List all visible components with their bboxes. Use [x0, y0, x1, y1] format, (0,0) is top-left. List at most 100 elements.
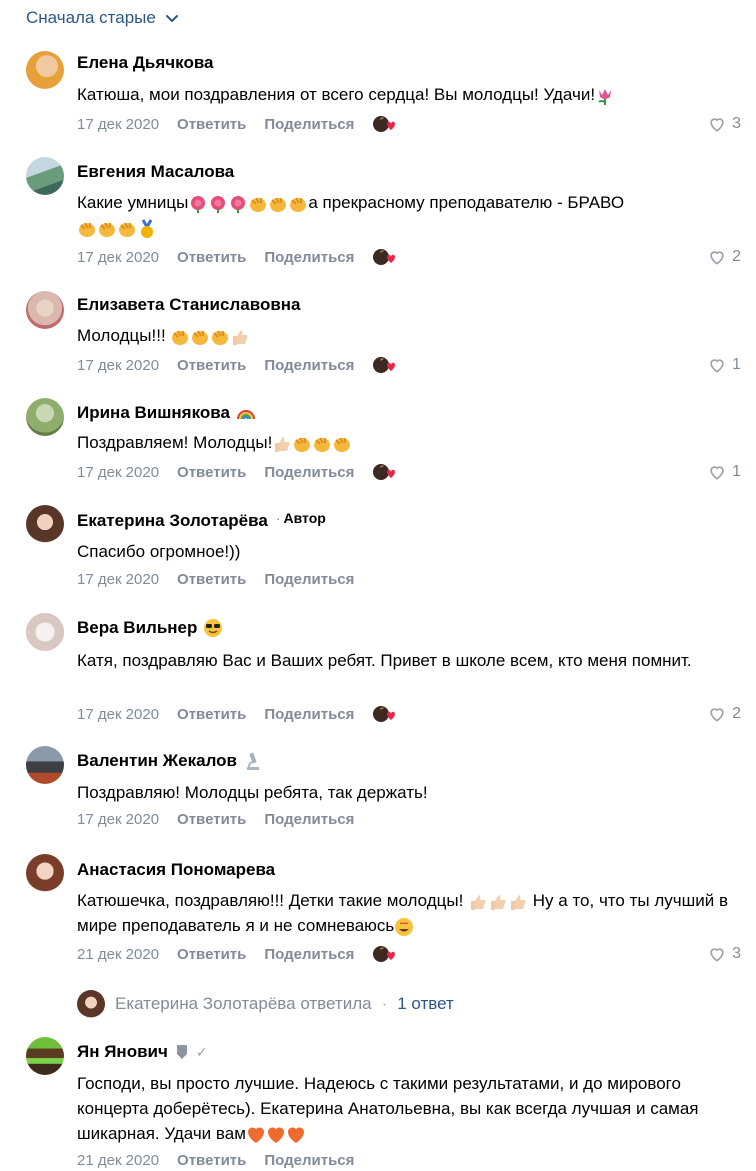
share-button[interactable]: Поделиться: [264, 1152, 354, 1169]
like-button[interactable]: 2: [707, 247, 741, 267]
like-count: 1: [732, 356, 741, 373]
reaction-avatar-icon: [372, 247, 396, 267]
clap-emoji-icon: [312, 434, 332, 454]
microscope-emoji-icon: [247, 752, 259, 770]
reply-button[interactable]: Ответить: [177, 464, 246, 481]
avatar[interactable]: [26, 854, 64, 892]
avatar[interactable]: [26, 51, 64, 89]
avatar[interactable]: [26, 291, 64, 329]
comment-date[interactable]: 17 дек 2020: [77, 571, 159, 588]
comment-date[interactable]: 17 дек 2020: [77, 116, 159, 133]
like-button[interactable]: 1: [707, 462, 741, 482]
reply-button[interactable]: Ответить: [177, 357, 246, 374]
tulip-emoji-icon: [595, 86, 615, 106]
author-name[interactable]: Ирина Вишнякова: [77, 403, 256, 423]
avatar[interactable]: [26, 746, 64, 784]
like-button[interactable]: 3: [707, 114, 741, 134]
comment-text: Катюша, мои поздравления от всего сердца…: [77, 82, 737, 107]
reaction-avatar-icon: [372, 944, 396, 964]
replies-thread-link[interactable]: Екатерина Золотарёва ответила · 1 ответ: [77, 990, 454, 1018]
heart-icon: [707, 355, 727, 375]
author-name[interactable]: Вера Вильнер: [77, 618, 223, 638]
verified-check-icon: ✓: [195, 1043, 208, 1060]
reply-button[interactable]: Ответить: [177, 946, 246, 963]
share-button[interactable]: Поделиться: [264, 946, 354, 963]
comment-date[interactable]: 17 дек 2020: [77, 357, 159, 374]
clap-emoji-icon: [170, 327, 190, 347]
clap-emoji-icon: [268, 194, 288, 214]
comment-meta: 17 дек 2020 Ответить Поделиться: [77, 571, 372, 588]
comment-date[interactable]: 17 дек 2020: [77, 249, 159, 266]
separator: ·: [381, 994, 388, 1013]
author-name[interactable]: Анастасия Пономарева: [77, 860, 275, 880]
rose-emoji-icon: [208, 194, 228, 214]
comment-meta: 17 дек 2020 Ответить Поделиться: [77, 247, 396, 267]
clap-emoji-icon: [292, 434, 312, 454]
sort-label: Сначала старые: [26, 8, 156, 27]
avatar: [77, 990, 105, 1018]
sort-dropdown[interactable]: Сначала старые: [26, 8, 180, 28]
like-button[interactable]: 2: [707, 704, 741, 724]
reply-button[interactable]: Ответить: [177, 706, 246, 723]
like-count: 1: [732, 463, 741, 480]
reaction-avatar-icon: [372, 355, 396, 375]
share-button[interactable]: Поделиться: [264, 116, 354, 133]
reply-count[interactable]: 1 ответ: [397, 994, 454, 1014]
comment-date[interactable]: 17 дек 2020: [77, 464, 159, 481]
author-name[interactable]: Екатерина Золотарёва · Автор: [77, 510, 326, 531]
author-name[interactable]: Елена Дьячкова: [77, 53, 214, 73]
avatar[interactable]: [26, 398, 64, 436]
author-name[interactable]: Евгения Масалова: [77, 162, 234, 182]
share-button[interactable]: Поделиться: [264, 357, 354, 374]
thumbs-up-emoji-icon: [508, 892, 528, 912]
reaction-avatar-icon: [372, 704, 396, 724]
like-button[interactable]: 3: [707, 944, 741, 964]
reply-button[interactable]: Ответить: [177, 1152, 246, 1169]
share-button[interactable]: Поделиться: [264, 571, 354, 588]
comment-meta: 21 дек 2020 Ответить Поделиться: [77, 944, 396, 964]
comment-date[interactable]: 17 дек 2020: [77, 706, 159, 723]
rose-emoji-icon: [228, 194, 248, 214]
badge-icon: [176, 1045, 187, 1059]
clap-emoji-icon: [77, 219, 97, 239]
avatar[interactable]: [26, 1037, 64, 1075]
author-name[interactable]: Елизавета Станиславовна: [77, 295, 301, 315]
reply-button[interactable]: Ответить: [177, 249, 246, 266]
author-badge: · Автор: [275, 510, 326, 526]
comment-date[interactable]: 21 дек 2020: [77, 1152, 159, 1169]
heart-icon: [707, 247, 727, 267]
orange-heart-emoji-icon: [286, 1125, 306, 1145]
avatar[interactable]: [26, 505, 64, 543]
share-button[interactable]: Поделиться: [264, 464, 354, 481]
medal-emoji-icon: [137, 219, 157, 239]
reply-button[interactable]: Ответить: [177, 116, 246, 133]
comment-date[interactable]: 17 дек 2020: [77, 811, 159, 828]
heart-icon: [707, 462, 727, 482]
comment-meta: 17 дек 2020 Ответить Поделиться: [77, 355, 396, 375]
reaction-avatar-icon: [372, 114, 396, 134]
like-count: 2: [732, 248, 741, 265]
comment-meta: 21 дек 2020 Ответить Поделиться: [77, 1152, 372, 1169]
thumbs-up-emoji-icon: [468, 892, 488, 912]
share-button[interactable]: Поделиться: [264, 811, 354, 828]
clap-emoji-icon: [248, 194, 268, 214]
reply-button[interactable]: Ответить: [177, 811, 246, 828]
comment-text: Какие умницы а прекрасному преподавателю …: [77, 190, 737, 240]
avatar[interactable]: [26, 613, 64, 651]
clap-emoji-icon: [332, 434, 352, 454]
heart-eyes-emoji-icon: [394, 917, 414, 937]
comment-meta: 17 дек 2020 Ответить Поделиться: [77, 462, 396, 482]
like-count: 3: [732, 115, 741, 132]
share-button[interactable]: Поделиться: [264, 249, 354, 266]
orange-heart-emoji-icon: [246, 1125, 266, 1145]
comment-text: Катюшечка, поздравляю!!! Детки такие мол…: [77, 891, 728, 937]
author-name[interactable]: Ян Янович ✓: [77, 1042, 208, 1062]
author-name[interactable]: Валентин Жекалов: [77, 751, 263, 771]
avatar[interactable]: [26, 157, 64, 195]
like-button[interactable]: 1: [707, 355, 741, 375]
clap-emoji-icon: [117, 219, 137, 239]
comment-date[interactable]: 21 дек 2020: [77, 946, 159, 963]
share-button[interactable]: Поделиться: [264, 706, 354, 723]
reply-button[interactable]: Ответить: [177, 571, 246, 588]
heart-icon: [707, 114, 727, 134]
